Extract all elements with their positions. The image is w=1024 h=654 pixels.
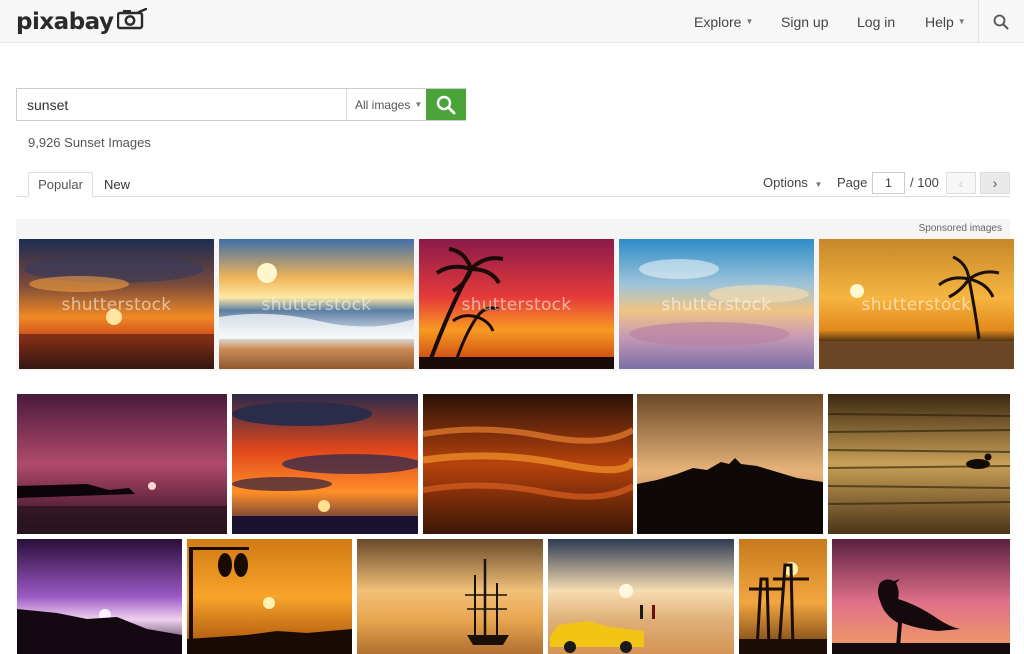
caret-down-icon: ▼ (814, 180, 823, 189)
shutterstock-watermark: shutterstock (61, 295, 172, 315)
chevron-left-icon: ‹ (958, 175, 964, 191)
next-page-button[interactable]: › (980, 172, 1010, 194)
page-label: Page (837, 175, 868, 190)
gallery-image[interactable] (17, 539, 182, 654)
nav-help-label: Help (925, 13, 954, 30)
gallery-image[interactable] (828, 394, 1010, 534)
logo-text: pixabay (16, 9, 114, 35)
prev-page-button[interactable]: ‹ (946, 172, 976, 194)
gallery-image[interactable] (187, 539, 352, 654)
site-header: pixabay Explore ▼ Sign up Log in Help ▼ (0, 0, 1024, 43)
search-form: All images ▼ (16, 88, 466, 121)
search-button[interactable] (426, 89, 466, 120)
gallery-image[interactable] (17, 394, 227, 534)
tab-popular[interactable]: Popular (28, 172, 93, 197)
sponsored-image[interactable]: shutterstock (219, 239, 414, 369)
shutterstock-watermark: shutterstock (461, 295, 572, 315)
page-total: / 100 (910, 175, 939, 190)
search-input[interactable] (17, 89, 347, 120)
tab-new[interactable]: New (96, 172, 138, 197)
sponsored-label: Sponsored images (918, 223, 1002, 234)
sponsored-image[interactable]: shutterstock (419, 239, 614, 369)
search-icon (993, 14, 1009, 29)
gallery-image[interactable] (832, 539, 1010, 654)
gallery-image[interactable] (423, 394, 633, 534)
tabs-divider (16, 196, 1010, 197)
image-type-label: All images (355, 97, 411, 112)
nav-explore[interactable]: Explore ▼ (694, 0, 753, 43)
shutterstock-watermark: shutterstock (261, 295, 372, 315)
result-count: 9,926 Sunset Images (28, 135, 151, 150)
shutterstock-watermark: shutterstock (861, 295, 972, 315)
nav-help[interactable]: Help ▼ (925, 0, 966, 43)
options-dropdown[interactable]: Options ▼ (763, 175, 822, 190)
shutterstock-watermark: shutterstock (661, 295, 772, 315)
nav-signup-label: Sign up (781, 13, 829, 30)
nav-signup[interactable]: Sign up (781, 0, 828, 43)
search-icon (436, 95, 456, 114)
sponsored-image[interactable]: shutterstock (619, 239, 814, 369)
camera-icon (117, 7, 148, 35)
nav-explore-label: Explore (694, 13, 742, 30)
caret-down-icon: ▼ (957, 17, 966, 26)
image-type-select[interactable]: All images ▼ (346, 89, 426, 120)
caret-down-icon: ▼ (745, 17, 754, 26)
sponsored-image[interactable]: shutterstock (819, 239, 1014, 369)
header-search-button[interactable] (978, 0, 1024, 43)
gallery-image[interactable] (232, 394, 418, 534)
nav-login[interactable]: Log in (857, 0, 895, 43)
pixabay-logo[interactable]: pixabay (16, 7, 148, 37)
options-label: Options (763, 175, 808, 190)
nav-login-label: Log in (857, 13, 896, 30)
gallery-image[interactable] (548, 539, 734, 654)
gallery-image[interactable] (637, 394, 823, 534)
chevron-right-icon: › (992, 175, 998, 191)
gallery-image[interactable] (739, 539, 827, 654)
caret-down-icon: ▼ (414, 100, 423, 109)
gallery-image[interactable] (357, 539, 543, 654)
sponsored-image[interactable]: shutterstock (19, 239, 214, 369)
page-number-input[interactable] (872, 172, 905, 194)
